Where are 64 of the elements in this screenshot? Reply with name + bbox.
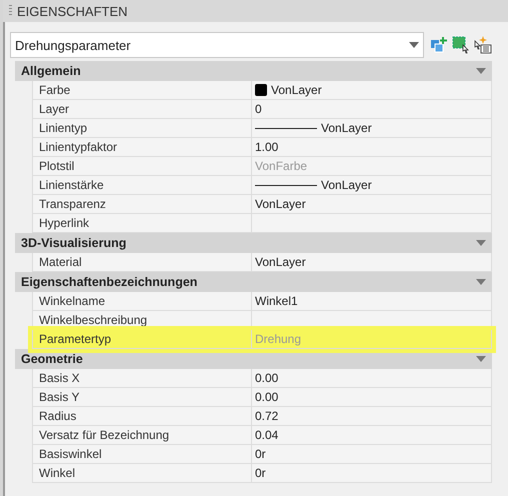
property-row[interactable]: Linientyp VonLayer bbox=[32, 119, 492, 138]
collapse-caret-icon[interactable] bbox=[476, 356, 486, 362]
property-row[interactable]: Radius 0.72 bbox=[32, 407, 492, 426]
section-header[interactable]: Eigenschaftenbezeichnungen bbox=[15, 272, 492, 292]
property-label: Basis X bbox=[33, 369, 252, 387]
property-label: Linienstärke bbox=[33, 176, 252, 194]
property-label: Basiswinkel bbox=[33, 445, 252, 463]
property-value: Winkel1 bbox=[255, 294, 298, 308]
property-label: Winkel bbox=[33, 464, 252, 482]
property-value: VonLayer bbox=[255, 255, 306, 269]
quick-select-icon[interactable] bbox=[474, 36, 492, 54]
property-label: Radius bbox=[33, 407, 252, 425]
property-label: Material bbox=[33, 253, 252, 271]
property-label: Linientypfaktor bbox=[33, 138, 252, 156]
property-label: Basis Y bbox=[33, 388, 252, 406]
collapse-caret-icon[interactable] bbox=[476, 240, 486, 246]
property-value: 1.00 bbox=[255, 140, 278, 154]
color-swatch-icon bbox=[255, 84, 267, 96]
line-sample-icon bbox=[255, 184, 317, 186]
property-row[interactable]: Material VonLayer bbox=[32, 253, 492, 272]
property-label: Hyperlink bbox=[33, 214, 252, 232]
property-value: Drehung bbox=[255, 332, 302, 346]
property-label: Versatz für Bezeichnung bbox=[33, 426, 252, 444]
property-value: 0 bbox=[255, 102, 262, 116]
property-row[interactable]: Linienstärke VonLayer bbox=[32, 176, 492, 195]
property-value: 0.00 bbox=[255, 371, 278, 385]
property-row[interactable]: Farbe VonLayer bbox=[32, 81, 492, 100]
line-sample-icon bbox=[255, 126, 317, 130]
object-type-dropdown[interactable]: Drehungsparameter bbox=[10, 32, 424, 58]
property-value: VonLayer bbox=[321, 121, 372, 135]
property-row[interactable]: Layer 0 bbox=[32, 100, 492, 119]
property-label: Transparenz bbox=[33, 195, 252, 213]
property-label: Parametertyp bbox=[33, 330, 252, 348]
select-objects-icon[interactable] bbox=[452, 36, 470, 54]
dropdown-caret-icon bbox=[409, 42, 419, 48]
property-row[interactable]: Winkel 0r bbox=[32, 464, 492, 483]
property-label: Linientyp bbox=[33, 119, 252, 137]
property-value: 0r bbox=[255, 466, 266, 480]
property-value: VonLayer bbox=[321, 178, 372, 192]
property-value: 0.72 bbox=[255, 409, 278, 423]
property-row[interactable]: Basiswinkel 0r bbox=[32, 445, 492, 464]
property-value: VonFarbe bbox=[255, 159, 308, 173]
property-label: Farbe bbox=[33, 81, 252, 99]
property-row[interactable]: Winkelname Winkel1 bbox=[32, 292, 492, 311]
panel-title: EIGENSCHAFTEN bbox=[17, 4, 128, 18]
property-value: 0r bbox=[255, 447, 266, 461]
property-label: Plotstil bbox=[33, 157, 252, 175]
property-row[interactable]: Basis X 0.00 bbox=[32, 369, 492, 388]
section-header[interactable]: Allgemein bbox=[15, 61, 492, 81]
property-value: 0.00 bbox=[255, 390, 278, 404]
property-row[interactable]: Transparenz VonLayer bbox=[32, 195, 492, 214]
property-label: Layer bbox=[33, 100, 252, 118]
property-value: 0.04 bbox=[255, 428, 278, 442]
property-row[interactable]: Versatz für Bezeichnung 0.04 bbox=[32, 426, 492, 445]
property-row[interactable]: Hyperlink bbox=[32, 214, 492, 233]
property-value: VonLayer bbox=[271, 83, 322, 97]
property-row[interactable]: Linientypfaktor 1.00 bbox=[32, 138, 492, 157]
property-value: VonLayer bbox=[255, 197, 306, 211]
grip-icon[interactable] bbox=[9, 5, 12, 17]
collapse-caret-icon[interactable] bbox=[476, 279, 486, 285]
collapse-caret-icon[interactable] bbox=[476, 68, 486, 74]
property-row[interactable]: Basis Y 0.00 bbox=[32, 388, 492, 407]
property-label: Winkelname bbox=[33, 292, 252, 310]
section-header[interactable]: 3D-Visualisierung bbox=[15, 233, 492, 253]
